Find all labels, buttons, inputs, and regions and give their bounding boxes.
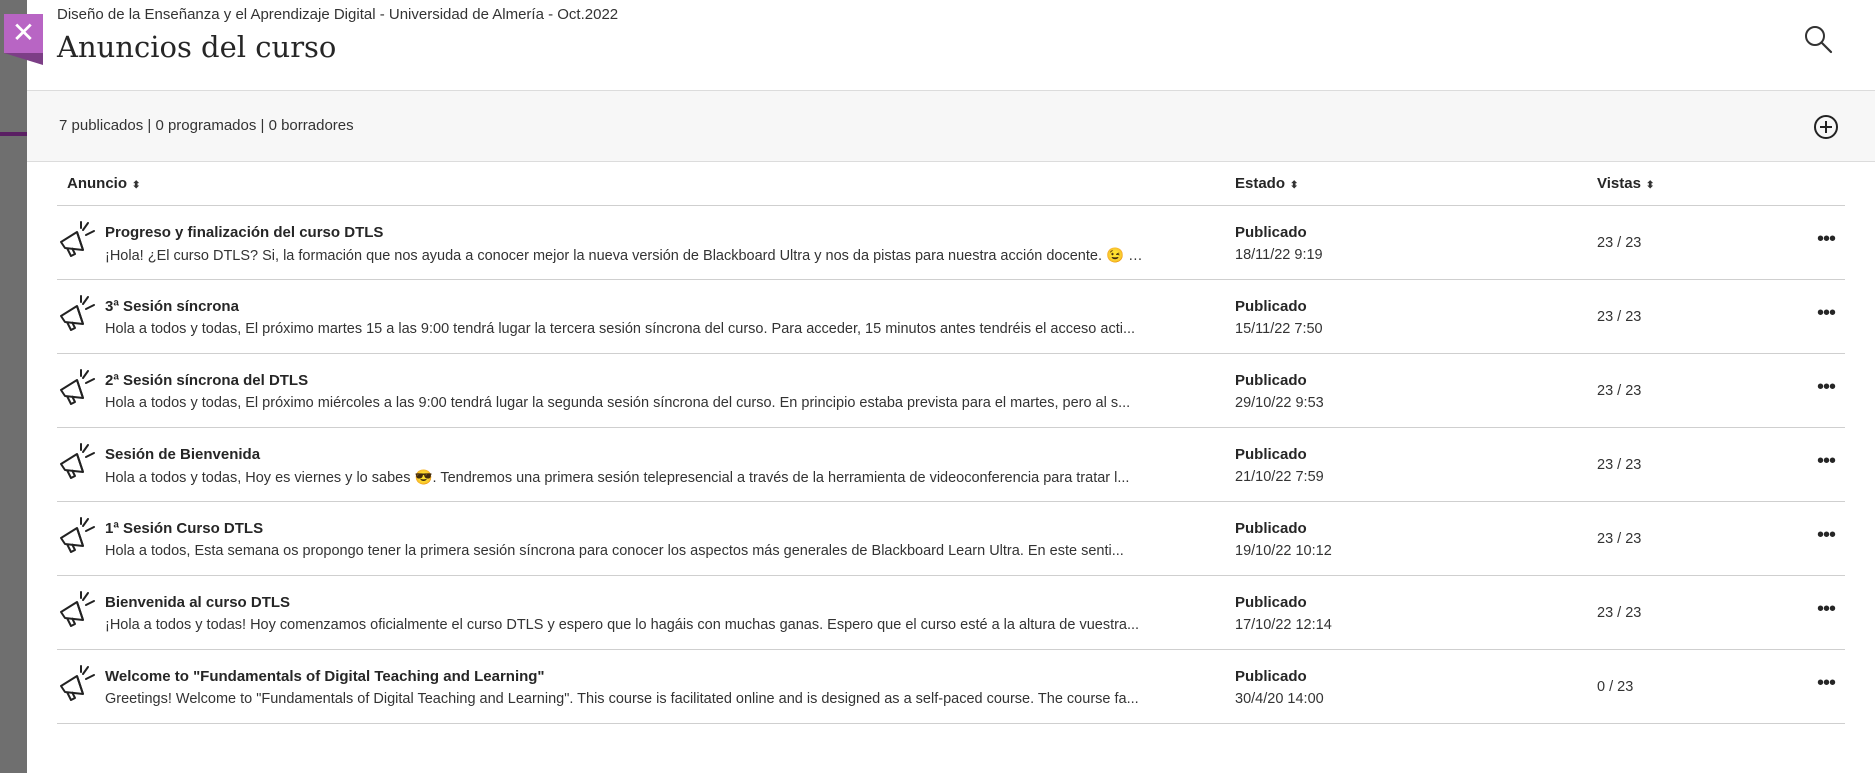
megaphone-icon (60, 221, 95, 257)
announcements-panel: Diseño de la Enseñanza y el Aprendizaje … (27, 0, 1875, 773)
column-header-vistas[interactable]: Vistas ⬍ (1597, 175, 1654, 192)
announcement-excerpt: Hola a todos y todas, Hoy es viernes y l… (105, 470, 1130, 486)
status-label: Publicado (1235, 224, 1307, 241)
column-label: Vistas (1597, 175, 1641, 192)
course-name: Diseño de la Enseñanza y el Aprendizaje … (57, 6, 619, 23)
table-row: 3ª Sesión síncrona Hola a todos y todas,… (57, 280, 1845, 354)
table-row: 1ª Sesión Curso DTLS Hola a todos, Esta … (57, 502, 1845, 576)
more-options-button[interactable]: ••• (1815, 525, 1837, 545)
column-label: Estado (1235, 175, 1286, 192)
publish-date: 30/4/20 14:00 (1235, 691, 1324, 707)
page-title: Anuncios del curso (57, 30, 337, 64)
views-count: 23 / 23 (1597, 383, 1642, 399)
announcement-excerpt: ¡Hola! ¿El curso DTLS? Si, la formación … (105, 248, 1145, 264)
table-body: Progreso y finalización del curso DTLS ¡… (57, 206, 1845, 724)
more-icon: ••• (1816, 598, 1836, 620)
announcement-excerpt: Hola a todos y todas, El próximo martes … (105, 321, 1136, 337)
table-row: Sesión de Bienvenida Hola a todos y toda… (57, 428, 1845, 502)
megaphone-icon (60, 517, 95, 553)
table-row: Welcome to "Fundamentals of Digital Teac… (57, 650, 1845, 724)
status-label: Publicado (1235, 298, 1307, 315)
table-row: 2ª Sesión síncrona del DTLS Hola a todos… (57, 354, 1845, 428)
more-options-button[interactable]: ••• (1815, 229, 1837, 249)
announcement-title[interactable]: Sesión de Bienvenida (105, 446, 260, 463)
publish-date: 19/10/22 10:12 (1235, 543, 1332, 559)
column-header-anuncio[interactable]: Anuncio ⬍ (67, 175, 140, 192)
views-count: 23 / 23 (1597, 457, 1642, 473)
announcement-excerpt: ¡Hola a todos y todas! Hoy comenzamos of… (105, 617, 1140, 633)
announcement-title[interactable]: 1ª Sesión Curso DTLS (105, 520, 263, 537)
more-options-button[interactable]: ••• (1815, 599, 1837, 619)
megaphone-icon (60, 295, 95, 331)
more-icon: ••• (1816, 228, 1836, 250)
publish-date: 17/10/22 12:14 (1235, 617, 1332, 633)
sort-icon: ⬍ (1645, 180, 1655, 191)
table-row: Bienvenida al curso DTLS ¡Hola a todos y… (57, 576, 1845, 650)
megaphone-icon (60, 665, 95, 701)
views-count: 0 / 23 (1597, 679, 1634, 695)
more-icon: ••• (1816, 524, 1836, 546)
sort-icon: ⬍ (1290, 180, 1299, 191)
more-options-button[interactable]: ••• (1815, 673, 1837, 693)
background-page (0, 0, 27, 773)
column-header-estado[interactable]: Estado ⬍ (1235, 175, 1298, 192)
plus-circle-icon (1814, 115, 1838, 139)
table-row: Progreso y finalización del curso DTLS ¡… (57, 206, 1845, 280)
column-label: Anuncio (67, 175, 127, 192)
add-announcement-button[interactable] (1813, 114, 1839, 140)
announcement-excerpt: Hola a todos, Esta semana os propongo te… (105, 543, 1124, 559)
announcement-excerpt: Hola a todos y todas, El próximo miércol… (105, 395, 1131, 411)
more-icon: ••• (1816, 376, 1836, 398)
announcement-excerpt: Greetings! Welcome to "Fundamentals of D… (105, 691, 1139, 707)
announcement-title[interactable]: Progreso y finalización del curso DTLS (105, 224, 383, 241)
publish-date: 18/11/22 9:19 (1235, 247, 1323, 263)
more-icon: ••• (1816, 302, 1836, 324)
close-panel-button[interactable]: ✕ (4, 14, 43, 65)
megaphone-icon (60, 369, 95, 405)
status-label: Publicado (1235, 594, 1307, 611)
status-label: Publicado (1235, 520, 1307, 537)
publish-date: 21/10/22 7:59 (1235, 469, 1324, 485)
announcement-title[interactable]: 2ª Sesión síncrona del DTLS (105, 372, 308, 389)
announcement-title[interactable]: Bienvenida al curso DTLS (105, 594, 290, 611)
megaphone-icon (60, 443, 95, 479)
close-icon: ✕ (11, 17, 36, 48)
status-label: Publicado (1235, 446, 1307, 463)
more-icon: ••• (1816, 450, 1836, 472)
status-label: Publicado (1235, 668, 1307, 685)
more-options-button[interactable]: ••• (1815, 451, 1837, 471)
publish-date: 15/11/22 7:50 (1235, 321, 1323, 337)
table-header: Anuncio ⬍ Estado ⬍ Vistas ⬍ (57, 162, 1845, 206)
search-icon (1805, 26, 1833, 54)
more-icon: ••• (1816, 672, 1836, 694)
megaphone-icon (60, 591, 95, 627)
publish-date: 29/10/22 9:53 (1235, 395, 1324, 411)
summary-bar: 7 publicados | 0 programados | 0 borrado… (27, 91, 1875, 162)
announcement-title[interactable]: Welcome to "Fundamentals of Digital Teac… (105, 668, 545, 685)
announcement-counts: 7 publicados | 0 programados | 0 borrado… (59, 117, 354, 134)
announcement-title[interactable]: 3ª Sesión síncrona (105, 298, 239, 315)
panel-header: Diseño de la Enseñanza y el Aprendizaje … (27, 0, 1875, 91)
views-count: 23 / 23 (1597, 309, 1642, 325)
views-count: 23 / 23 (1597, 235, 1642, 251)
background-tab-underline (0, 132, 27, 136)
views-count: 23 / 23 (1597, 605, 1642, 621)
sort-icon: ⬍ (132, 180, 141, 191)
announcements-table: Anuncio ⬍ Estado ⬍ Vistas ⬍ Progreso y fina… (57, 162, 1845, 724)
more-options-button[interactable]: ••• (1815, 303, 1837, 323)
views-count: 23 / 23 (1597, 531, 1642, 547)
more-options-button[interactable]: ••• (1815, 377, 1837, 397)
status-label: Publicado (1235, 372, 1307, 389)
search-button[interactable] (1801, 22, 1835, 56)
